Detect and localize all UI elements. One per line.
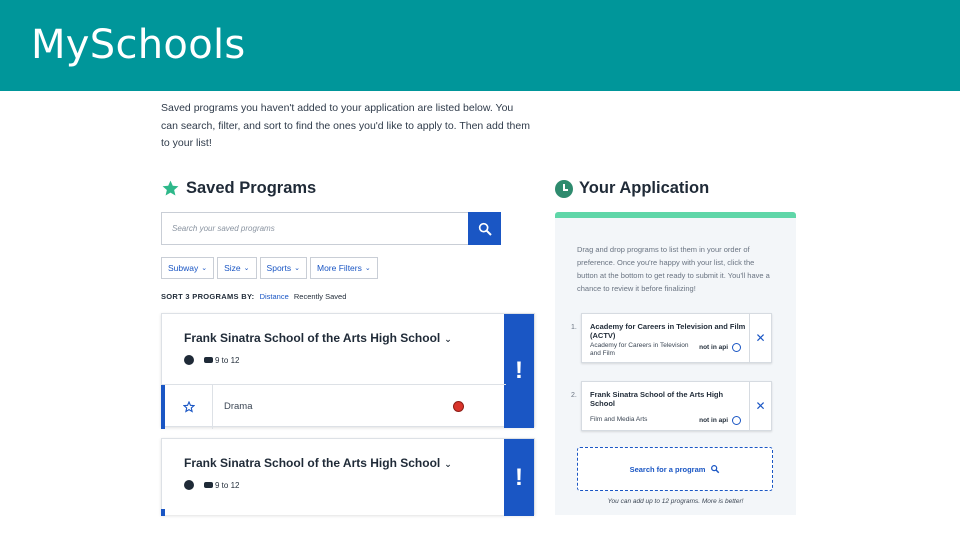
sort-row: SORT 3 PROGRAMS BY: Distance Recently Sa… (161, 292, 346, 301)
item-number: 1. (571, 324, 577, 331)
saved-search-input[interactable] (162, 213, 468, 244)
filter-subway[interactable]: Subway ⌄ (161, 257, 215, 279)
program-card[interactable]: Frank Sinatra School of the Arts High Sc… (161, 313, 535, 429)
chevron-down-icon: ⌄ (243, 265, 250, 272)
close-icon: ✕ (755, 399, 766, 413)
bus-icon (204, 481, 213, 488)
program-name: Drama (224, 401, 253, 412)
item-name: Academy for Careers in Television and Fi… (590, 322, 746, 340)
item-status: not in api (699, 416, 741, 425)
accessibility-icon (184, 355, 194, 365)
program-card-meta: 9 to 12 (184, 355, 239, 365)
chevron-down-icon: ⌄ (201, 265, 208, 272)
info-icon[interactable] (732, 416, 741, 425)
sort-distance[interactable]: Distance (260, 292, 289, 301)
search-button[interactable] (468, 212, 501, 245)
remove-button[interactable]: ✕ (749, 314, 771, 362)
application-panel: Drag and drop programs to list them in y… (555, 212, 796, 515)
your-application-heading: Your Application (555, 179, 709, 198)
item-subtitle: Film and Media Arts (590, 416, 648, 423)
grades-text: 9 to 12 (215, 355, 240, 365)
program-card-header[interactable]: Frank Sinatra School of the Arts High Sc… (162, 314, 506, 384)
alert-icon[interactable]: ! (504, 314, 534, 428)
program-card[interactable]: Frank Sinatra School of the Arts High Sc… (161, 438, 535, 516)
filter-bar: Subway ⌄ Size ⌄ Sports ⌄ More Filters ⌄ (161, 257, 381, 279)
selected-indicator (161, 509, 165, 516)
filter-sports[interactable]: Sports ⌄ (259, 257, 307, 279)
clock-icon (555, 179, 573, 198)
program-card-title[interactable]: Frank Sinatra School of the Arts High Sc… (184, 331, 452, 345)
chevron-down-icon: ⌄ (294, 265, 300, 272)
remove-button[interactable]: ✕ (749, 382, 771, 430)
filter-more[interactable]: More Filters ⌄ (310, 257, 378, 279)
program-row[interactable]: Drama (161, 384, 506, 429)
item-status: not in api (699, 343, 741, 352)
filter-size[interactable]: Size ⌄ (217, 257, 257, 279)
search-icon (478, 222, 492, 236)
star-icon (182, 401, 195, 413)
saved-programs-title: Saved Programs (186, 179, 317, 197)
info-icon[interactable] (732, 343, 741, 352)
close-icon: ✕ (755, 331, 766, 345)
search-for-program-button[interactable]: Search for a program (577, 447, 773, 491)
chevron-down-icon: ⌄ (444, 334, 452, 344)
item-number: 2. (571, 392, 577, 399)
application-item[interactable]: 2. Frank Sinatra School of the Arts High… (571, 381, 772, 431)
application-item[interactable]: 1. Academy for Careers in Television and… (571, 313, 772, 363)
item-subtitle: Academy for Careers in Television and Fi… (590, 342, 689, 357)
your-application-title: Your Application (579, 179, 710, 197)
sort-label: SORT 3 PROGRAMS BY: (161, 292, 255, 301)
status-dot (453, 401, 464, 412)
sort-recently-saved[interactable]: Recently Saved (294, 292, 347, 301)
program-card-title[interactable]: Frank Sinatra School of the Arts High Sc… (184, 456, 452, 470)
saved-search-box (161, 212, 501, 245)
program-card-meta: 9 to 12 (184, 480, 239, 490)
program-card-header[interactable]: Frank Sinatra School of the Arts High Sc… (162, 439, 506, 509)
page-title: MySchools (31, 22, 246, 68)
intro-text: Saved programs you haven't added to your… (161, 102, 530, 149)
grades-text: 9 to 12 (215, 480, 240, 490)
search-icon (711, 465, 720, 474)
accessibility-icon (184, 480, 194, 490)
alert-icon[interactable]: ! (504, 439, 534, 516)
item-name: Frank Sinatra School of the Arts High Sc… (590, 390, 724, 408)
star-icon (162, 180, 179, 196)
star-button[interactable] (165, 385, 213, 429)
application-footer: You can add up to 12 programs. More is b… (607, 498, 744, 505)
header-banner: MySchools (0, 0, 960, 91)
bus-icon (204, 356, 213, 363)
saved-programs-heading: Saved Programs (161, 179, 316, 198)
search-for-program-label: Search for a program (629, 464, 706, 474)
chevron-down-icon: ⌄ (364, 265, 371, 272)
application-intro: Drag and drop programs to list them in y… (577, 245, 770, 293)
chevron-down-icon: ⌄ (444, 459, 452, 469)
